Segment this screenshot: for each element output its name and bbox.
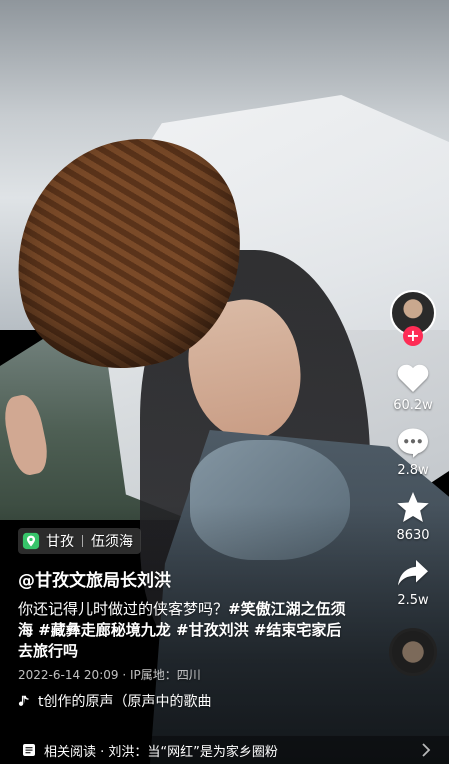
- music-title: t创作的原声（原声中的歌曲: [38, 694, 212, 710]
- author-name[interactable]: @甘孜文旅局长刘洪: [18, 566, 348, 591]
- music-disc[interactable]: [389, 628, 437, 676]
- place-name: 伍须海: [91, 534, 133, 550]
- comment-icon: [398, 428, 428, 458]
- author-avatar-wrap[interactable]: +: [390, 290, 436, 346]
- chevron-right-icon: [422, 743, 431, 757]
- share-icon: [398, 560, 428, 586]
- favorite-button[interactable]: 8630: [395, 490, 431, 543]
- location-tag[interactable]: 甘孜 伍须海: [18, 528, 141, 554]
- location-icon: [22, 532, 40, 550]
- music-note-icon: [18, 695, 29, 706]
- like-count: 60.2w: [393, 398, 433, 413]
- heart-icon: [397, 364, 429, 392]
- action-rail: + 60.2w 2.8w 8630 2.5w: [385, 290, 441, 676]
- article-icon: [23, 744, 35, 756]
- follow-button[interactable]: +: [403, 326, 423, 346]
- related-reading-text: 相关阅读 · 刘洪：当“网红”是为家乡圈粉: [44, 744, 278, 760]
- video-frame[interactable]: + 60.2w 2.8w 8630 2.5w 甘孜 伍须海 @甘孜文旅局长刘洪 …: [0, 0, 449, 764]
- share-count: 2.5w: [397, 593, 429, 608]
- comment-button[interactable]: 2.8w: [395, 425, 431, 478]
- related-reading-bar[interactable]: 相关阅读 · 刘洪：当“网红”是为家乡圈粉: [0, 736, 449, 764]
- share-button[interactable]: 2.5w: [395, 555, 431, 608]
- post-meta: 2022-6-14 20:09 · IP属地：四川: [18, 668, 201, 682]
- like-button[interactable]: 60.2w: [393, 360, 433, 413]
- video-info: 甘孜 伍须海 @甘孜文旅局长刘洪 你还记得儿时做过的侠客梦吗？#笑傲江湖之伍须海…: [18, 528, 348, 711]
- video-description: 你还记得儿时做过的侠客梦吗？#笑傲江湖之伍须海 #藏彝走廊秘境九龙 #甘孜刘洪 …: [18, 599, 348, 662]
- description-text: 你还记得儿时做过的侠客梦吗？: [18, 600, 229, 618]
- favorite-count: 8630: [396, 528, 430, 543]
- location-name: 甘孜: [46, 534, 74, 550]
- star-icon: [397, 492, 429, 522]
- comment-count: 2.8w: [397, 463, 429, 478]
- music-label[interactable]: t创作的原声（原声中的歌曲: [18, 691, 348, 711]
- location-separator: [82, 535, 83, 547]
